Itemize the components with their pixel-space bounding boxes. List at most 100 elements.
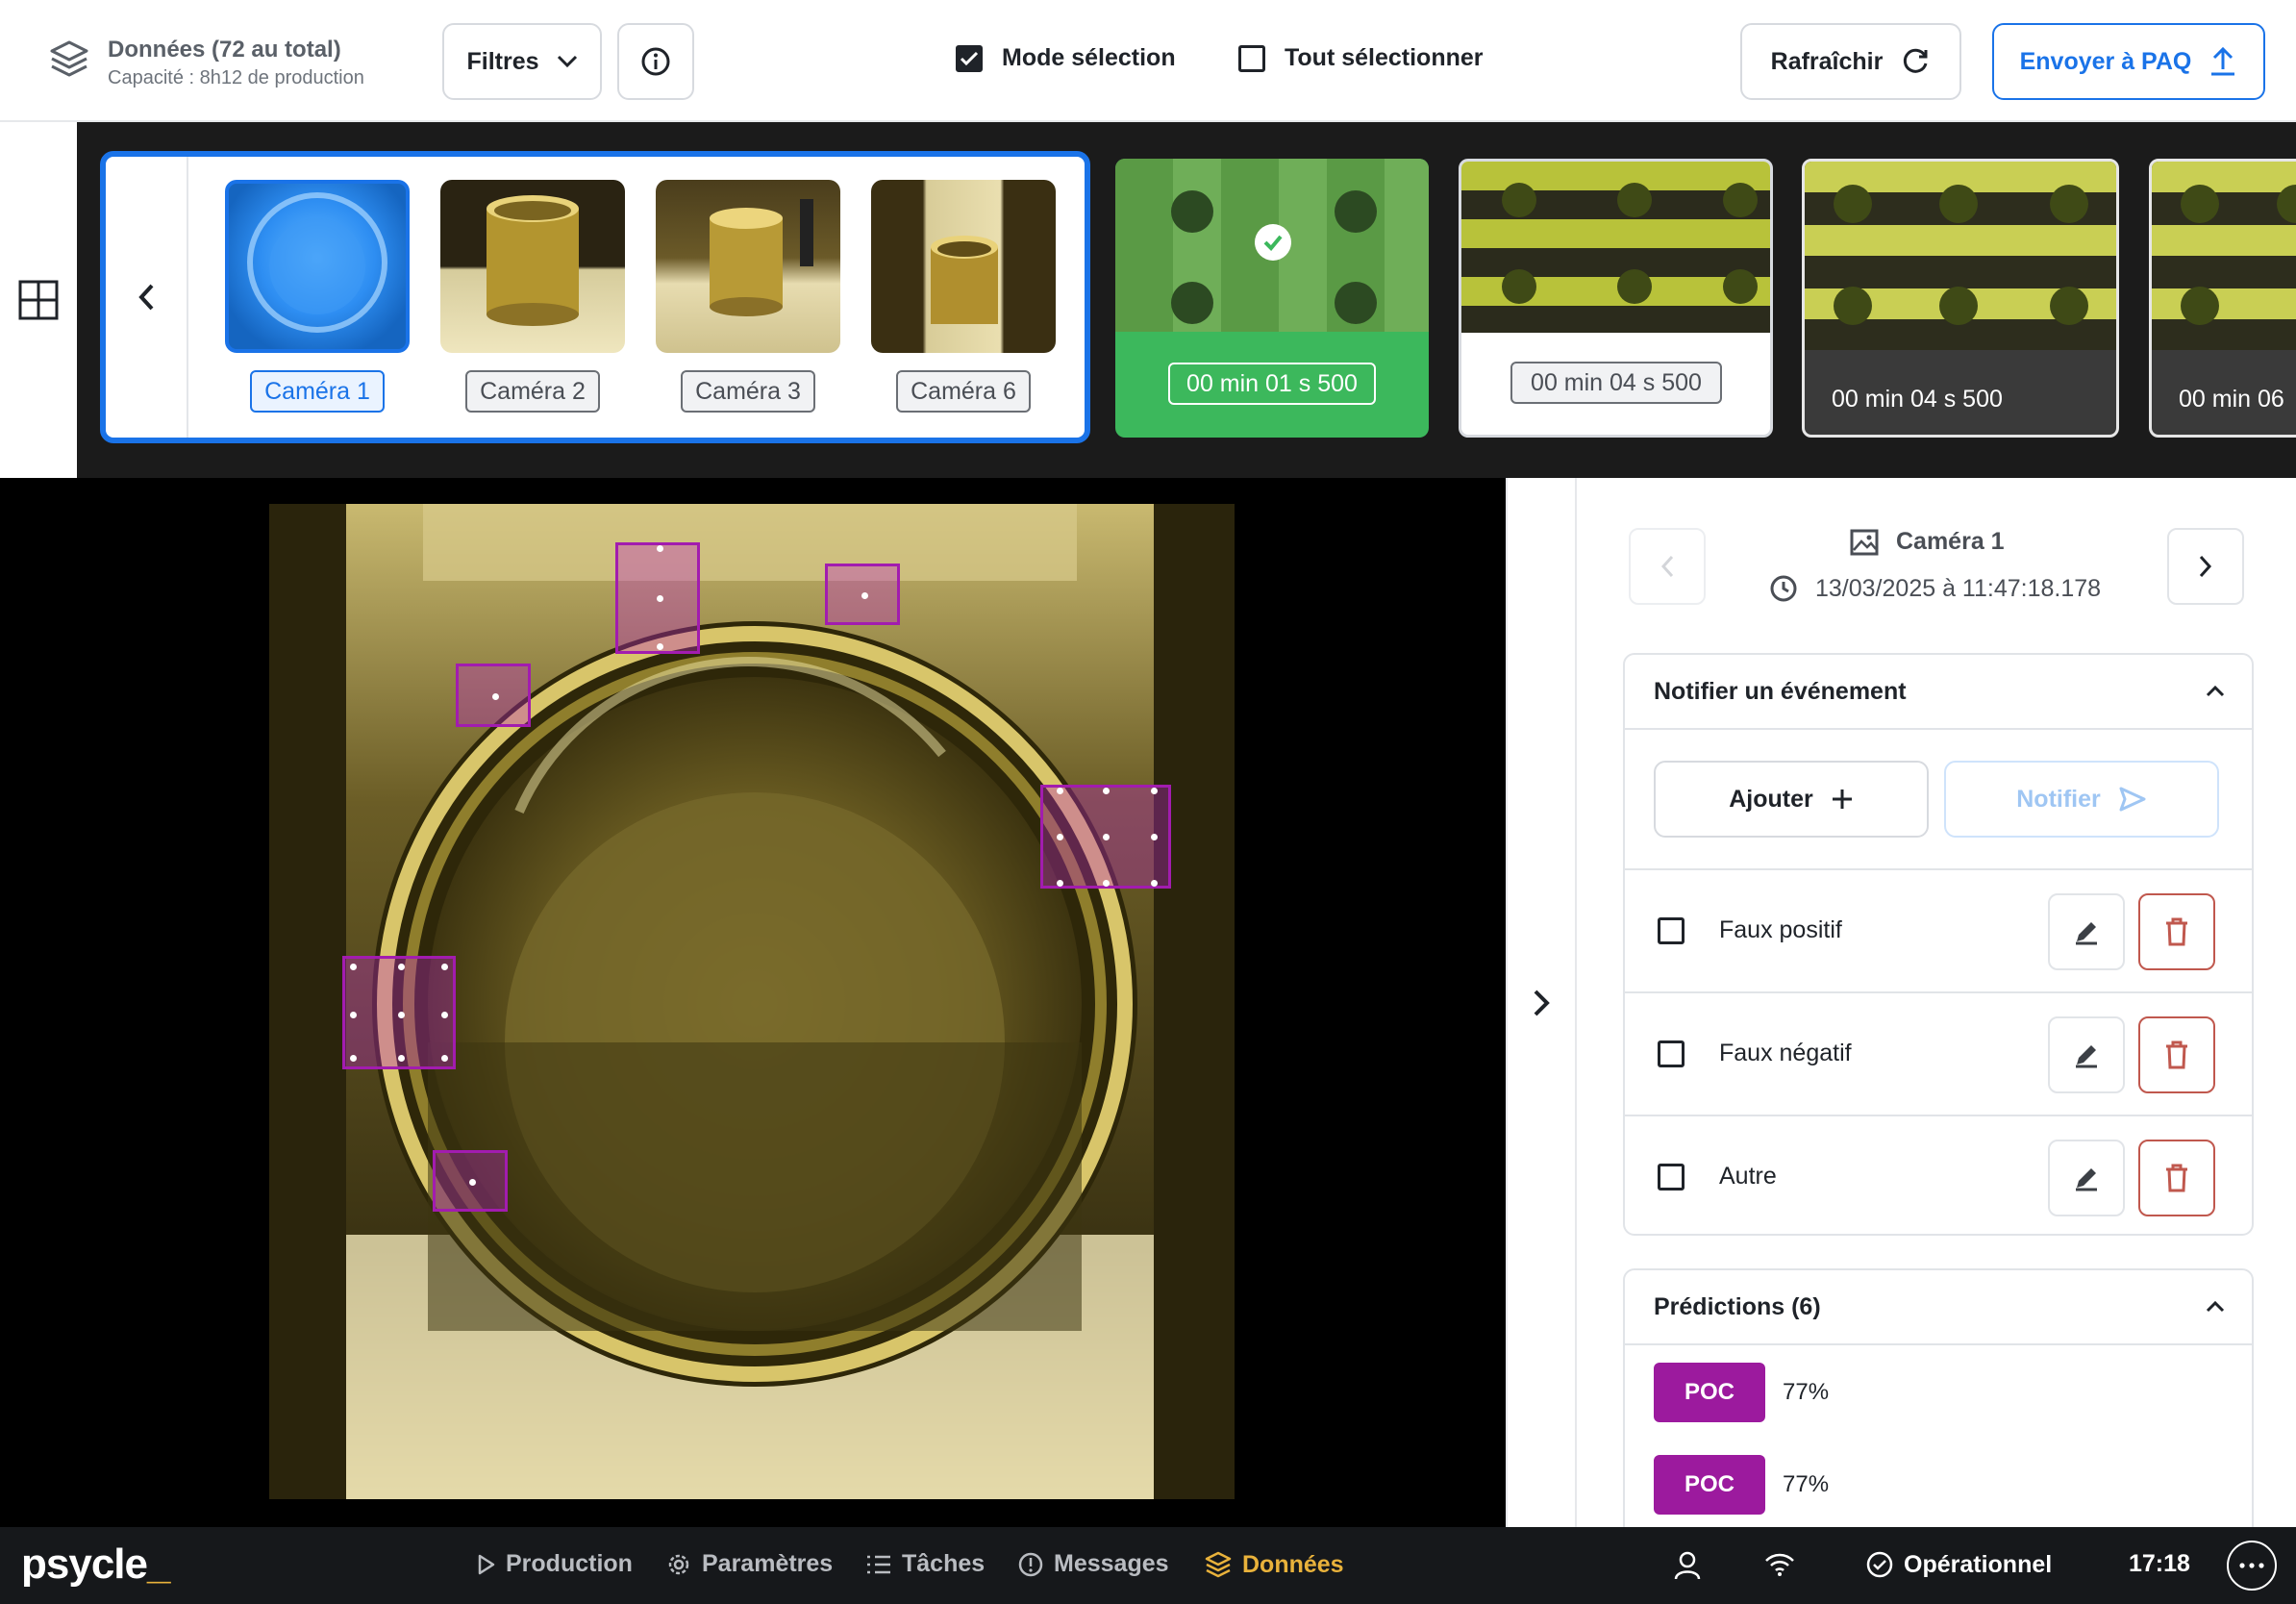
list-icon bbox=[867, 1555, 890, 1573]
capacity-subtitle: Capacité : 8h12 de production bbox=[108, 67, 364, 88]
other-checkbox[interactable] bbox=[1658, 1164, 1685, 1190]
delete-event-button[interactable] bbox=[2138, 893, 2215, 970]
trash-icon bbox=[2166, 1040, 2187, 1069]
more-menu-button[interactable] bbox=[2227, 1541, 2277, 1591]
prediction-class-badge: POC bbox=[1654, 1363, 1765, 1422]
layers-icon bbox=[1205, 1551, 1232, 1578]
camera-group: Caméra 1 Caméra 2 Caméra 3 Caméra 6 bbox=[100, 151, 1090, 443]
inspection-image bbox=[269, 504, 1235, 1499]
notify-event-title: Notifier un événement bbox=[1654, 677, 1907, 705]
frame-4-image bbox=[2152, 162, 2296, 350]
more-dots-icon bbox=[2239, 1563, 2264, 1568]
camera-thumb-1[interactable]: Caméra 1 bbox=[225, 180, 410, 413]
camera-1-label: Caméra 1 bbox=[250, 370, 385, 413]
nav-production[interactable]: Production bbox=[477, 1550, 633, 1578]
status-indicator: Opérationnel bbox=[1865, 1550, 2052, 1579]
nav-parametres[interactable]: Paramètres bbox=[665, 1550, 833, 1578]
camera-prev-button[interactable] bbox=[106, 157, 188, 438]
refresh-icon bbox=[1904, 48, 1928, 73]
nav-messages[interactable]: Messages bbox=[1017, 1550, 1169, 1578]
edit-event-button[interactable] bbox=[2048, 1140, 2125, 1216]
send-icon bbox=[2119, 787, 2146, 812]
predictions-title: Prédictions (6) bbox=[1654, 1292, 1821, 1320]
panel-toggle-button[interactable] bbox=[1506, 478, 1577, 1527]
frame-2-time: 00 min 04 s 500 bbox=[1510, 362, 1722, 404]
next-image-button[interactable] bbox=[2167, 528, 2244, 605]
frame-thumb-3[interactable]: 00 min 04 s 500 bbox=[1802, 159, 2119, 438]
edit-event-button[interactable] bbox=[2048, 893, 2125, 970]
details-panel: Caméra 1 13/03/2025 à 11:47:18.178 Notif… bbox=[1577, 478, 2296, 1527]
top-bar: Données (72 au total) Capacité : 8h12 de… bbox=[0, 0, 2296, 122]
filters-button[interactable]: Filtres bbox=[442, 23, 602, 100]
play-icon bbox=[478, 1554, 495, 1574]
delete-event-button[interactable] bbox=[2138, 1016, 2215, 1093]
prediction-box-6[interactable] bbox=[433, 1150, 508, 1212]
predictions-header[interactable]: Prédictions (6) bbox=[1625, 1270, 2252, 1345]
camera-3-image bbox=[656, 180, 840, 353]
send-to-paq-button[interactable]: Envoyer à PAQ bbox=[1992, 23, 2265, 100]
camera-thumb-3[interactable]: Caméra 3 bbox=[656, 180, 840, 413]
predictions-card: Prédictions (6) POC 77% POC 77% bbox=[1623, 1268, 2254, 1527]
pencil-icon bbox=[2076, 1168, 2097, 1191]
false-negative-label: Faux négatif bbox=[1719, 1040, 1852, 1066]
prev-image-button[interactable] bbox=[1629, 528, 1706, 605]
camera-1-image bbox=[225, 180, 410, 353]
prediction-box-3[interactable] bbox=[456, 664, 531, 727]
mode-selection-toggle[interactable]: Mode sélection bbox=[956, 44, 1176, 72]
camera-thumb-2[interactable]: Caméra 2 bbox=[440, 180, 625, 413]
frame-1-time: 00 min 01 s 500 bbox=[1168, 363, 1376, 405]
chevron-down-icon bbox=[557, 55, 577, 68]
notify-label: Notifier bbox=[2016, 785, 2101, 813]
clock-icon bbox=[1770, 575, 1797, 602]
mode-selection-label: Mode sélection bbox=[1002, 44, 1176, 71]
layers-icon bbox=[50, 40, 88, 77]
frame-3-time: 00 min 04 s 500 bbox=[1832, 386, 2003, 413]
info-icon bbox=[641, 47, 670, 76]
delete-event-button[interactable] bbox=[2138, 1140, 2215, 1216]
nav-taches[interactable]: Tâches bbox=[865, 1550, 985, 1578]
prediction-box-5[interactable] bbox=[342, 956, 456, 1069]
page-title: Données (72 au total) bbox=[108, 37, 341, 63]
prediction-box-1[interactable] bbox=[615, 542, 700, 654]
mode-selection-checkbox[interactable] bbox=[956, 44, 983, 72]
chevron-up-icon bbox=[2206, 686, 2225, 697]
add-event-button[interactable]: Ajouter bbox=[1654, 761, 1929, 838]
prediction-box-4[interactable] bbox=[1040, 785, 1171, 889]
prediction-class-badge: POC bbox=[1654, 1455, 1765, 1515]
camera-2-image bbox=[440, 180, 625, 353]
wifi-icon bbox=[1765, 1553, 1794, 1576]
capture-timestamp: 13/03/2025 à 11:47:18.178 bbox=[1769, 574, 2101, 603]
edit-event-button[interactable] bbox=[2048, 1016, 2125, 1093]
select-all-checkbox[interactable] bbox=[1238, 44, 1265, 72]
grid-view-toggle[interactable] bbox=[0, 122, 77, 478]
camera-name-label: Caméra 1 bbox=[1896, 528, 2005, 555]
notify-event-header[interactable]: Notifier un événement bbox=[1625, 655, 2252, 730]
prediction-item[interactable]: POC 77% bbox=[1654, 1455, 1829, 1515]
frame-thumb-4[interactable]: 00 min 06 bbox=[2149, 159, 2296, 438]
validated-check-icon bbox=[1255, 224, 1291, 261]
false-positive-label: Faux positif bbox=[1719, 916, 1842, 943]
notify-event-card: Notifier un événement Ajouter Notifier F… bbox=[1623, 653, 2254, 1236]
prediction-item[interactable]: POC 77% bbox=[1654, 1363, 1829, 1422]
prediction-box-2[interactable] bbox=[825, 564, 900, 625]
user-icon[interactable] bbox=[1673, 1550, 1702, 1581]
camera-thumb-6[interactable]: Caméra 6 bbox=[871, 180, 1056, 413]
upload-icon bbox=[2211, 46, 2235, 76]
alert-circle-icon bbox=[1018, 1552, 1043, 1576]
false-negative-checkbox[interactable] bbox=[1658, 1040, 1685, 1067]
prediction-score: 77% bbox=[1783, 1379, 1830, 1405]
false-positive-checkbox[interactable] bbox=[1658, 917, 1685, 944]
select-all-toggle[interactable]: Tout sélectionner bbox=[1238, 44, 1484, 72]
check-circle-icon bbox=[1866, 1551, 1893, 1578]
nav-donnees[interactable]: Données bbox=[1204, 1550, 1344, 1579]
info-button[interactable] bbox=[617, 23, 694, 100]
frame-thumb-2[interactable]: 00 min 04 s 500 bbox=[1459, 159, 1773, 438]
notify-button[interactable]: Notifier bbox=[1944, 761, 2219, 838]
checkmark-icon bbox=[960, 51, 979, 65]
refresh-button[interactable]: Rafraîchir bbox=[1740, 23, 1961, 100]
frame-thumb-1[interactable]: 00 min 01 s 500 bbox=[1115, 159, 1429, 438]
grid-icon bbox=[18, 280, 59, 320]
trash-icon bbox=[2166, 917, 2187, 946]
prediction-score: 77% bbox=[1783, 1471, 1830, 1497]
pencil-icon bbox=[2076, 1045, 2097, 1068]
